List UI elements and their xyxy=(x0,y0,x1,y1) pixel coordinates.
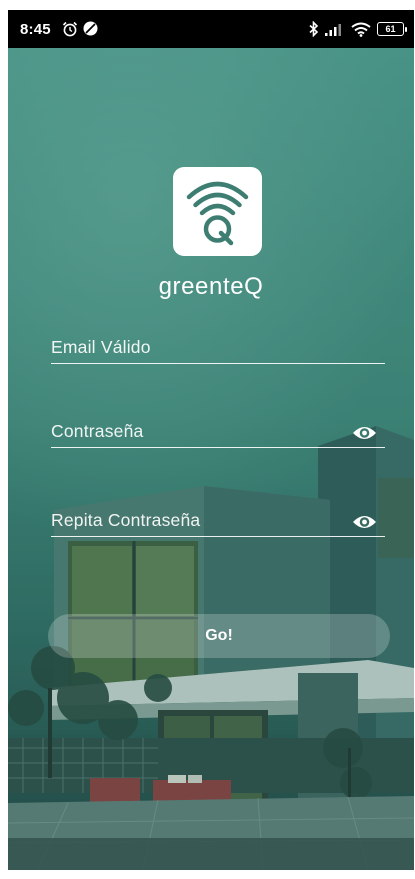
status-bar: 8:45 61 xyxy=(8,10,414,48)
repeat-password-field[interactable]: Repita Contraseña xyxy=(51,503,385,537)
email-field[interactable]: Email Válido xyxy=(51,330,385,364)
password-field[interactable]: Contraseña xyxy=(51,414,385,448)
go-button[interactable]: Go! xyxy=(48,614,390,658)
eye-icon[interactable] xyxy=(352,423,377,443)
status-time: 8:45 xyxy=(20,21,51,38)
wifi-q-logo-icon xyxy=(186,181,249,246)
do-not-disturb-icon xyxy=(83,21,98,36)
repeat-password-placeholder: Repita Contraseña xyxy=(51,510,201,530)
eye-icon[interactable] xyxy=(352,512,377,532)
battery-level: 61 xyxy=(385,23,396,34)
alarm-icon xyxy=(62,21,78,37)
bluetooth-icon xyxy=(309,21,319,37)
battery-tip xyxy=(405,26,407,32)
brand-name: greenteQ xyxy=(158,273,264,300)
phone-screen: 8:45 61 greenteQ Email Válido Contraseña… xyxy=(8,10,414,870)
password-placeholder: Contraseña xyxy=(51,421,144,441)
app-logo xyxy=(173,167,262,256)
battery-icon: 61 xyxy=(377,22,407,36)
email-placeholder: Email Válido xyxy=(51,337,151,357)
wifi-icon xyxy=(351,22,371,37)
status-right-icons: 61 xyxy=(309,20,407,38)
signal-icon xyxy=(325,24,341,36)
